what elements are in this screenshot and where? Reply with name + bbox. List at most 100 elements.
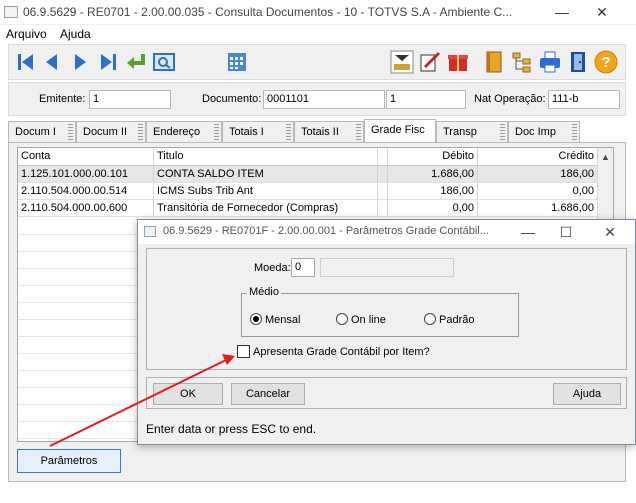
parametros-button[interactable]: Parâmetros [17,449,121,473]
tab-grip [286,124,291,141]
exit-icon[interactable] [565,49,591,75]
tab-strip: Docum I Docum II Endereço Totais I Totai… [8,119,626,144]
cell-narrow [378,200,388,217]
help-icon[interactable]: ? [593,49,619,75]
radio-online-label: On line [351,314,386,326]
menu-arquivo[interactable]: Arquivo [6,27,47,41]
moeda-description-field [320,258,454,277]
cell-debito: 1.686,00 [388,166,478,183]
tab-docum-i[interactable]: Docum I [8,121,76,143]
emitente-label: Emitente: [39,93,86,105]
table-row[interactable]: 2.110.504.000.00.600 Transitória de Forn… [18,200,598,217]
cell-narrow [378,166,388,183]
emitente-field[interactable]: 1 [89,90,171,109]
prev-icon[interactable] [39,49,65,75]
tab-endereco[interactable]: Endereço [146,121,222,143]
tab-grip [68,124,73,141]
medio-legend: Médio [247,286,281,298]
tab-doc-imp[interactable]: Doc Imp [508,121,580,143]
tab-label: Docum II [83,126,128,138]
document-header: Emitente: 1 Documento: 0001101 1 Nat Ope… [8,82,626,116]
cell-titulo: ICMS Subs Trib Ant [154,183,378,200]
cell-debito: 0,00 [388,200,478,217]
first-icon[interactable] [13,49,39,75]
radio-mensal[interactable]: Mensal [250,313,300,326]
ajuda-button[interactable]: Ajuda [553,383,621,405]
cell-debito: 186,00 [388,183,478,200]
tab-label: Docum I [15,126,56,138]
printer-icon[interactable] [537,49,563,75]
column-header-conta[interactable]: Conta [18,148,154,165]
cell-narrow [378,183,388,200]
tool-b-icon[interactable] [417,49,443,75]
book-icon[interactable] [481,49,507,75]
window-title: 06.9.5629 - RE0701 - 2.00.00.035 - Consu… [23,5,513,19]
parametros-dialog: 06.9.5629 - RE0701F - 2.00.00.001 - Parâ… [137,219,636,445]
toolbar: ? [8,44,626,80]
column-header-narrow[interactable] [378,148,388,165]
tab-grip [500,124,505,141]
moeda-field[interactable]: 0 [291,258,315,277]
cancelar-button[interactable]: Cancelar [231,383,305,405]
column-header-debito[interactable]: Débito [388,148,478,165]
tab-grip [572,124,577,141]
table-row[interactable]: 1.125.101.000.00.101 CONTA SALDO ITEM 1.… [18,166,598,183]
tab-label: Endereço [153,126,201,138]
cell-conta: 2.110.504.000.00.514 [18,183,154,200]
tab-totais-ii[interactable]: Totais II [294,121,364,143]
table-row[interactable]: 2.110.504.000.00.514 ICMS Subs Trib Ant … [18,183,598,200]
radio-unselected-icon [336,313,348,325]
documento-field[interactable]: 0001101 [263,90,385,109]
serie-field[interactable]: 1 [386,90,466,109]
tab-label: Grade Fisc [371,124,425,136]
dialog-title: 06.9.5629 - RE0701F - 2.00.00.001 - Parâ… [163,225,489,237]
search-icon[interactable] [151,49,177,75]
tool-a-icon[interactable] [389,49,415,75]
dialog-app-icon [144,226,156,237]
scroll-up-icon[interactable]: ▲ [601,152,610,162]
tab-label: Totais II [301,126,339,138]
dialog-form-panel: Moeda: 0 Médio Mensal On line Padrão Apr… [146,248,627,370]
minimize-button[interactable]: — [548,2,576,22]
tab-grip [356,124,361,141]
natop-field[interactable]: 111-b [548,90,620,109]
cell-conta: 1.125.101.000.00.101 [18,166,154,183]
column-header-titulo[interactable]: Titulo [154,148,378,165]
tab-grip [138,124,143,141]
radio-padrao[interactable]: Padrão [424,313,474,326]
cell-credito: 0,00 [478,183,598,200]
apresenta-grade-checkbox[interactable]: Apresenta Grade Contábil por Item? [237,345,430,358]
radio-online[interactable]: On line [336,313,386,326]
tab-docum-ii[interactable]: Docum II [76,121,146,143]
close-button[interactable]: ✕ [588,2,616,22]
menu-ajuda[interactable]: Ajuda [60,27,91,41]
grid-header: Conta Titulo Débito Crédito [18,148,598,166]
ok-button[interactable]: OK [153,383,223,405]
tab-grade-fisc[interactable]: Grade Fisc [364,119,436,144]
dialog-minimize-button[interactable]: — [516,222,540,242]
dialog-status-text: Enter data or press ESC to end. [146,422,317,436]
window-titlebar: 06.9.5629 - RE0701 - 2.00.00.035 - Consu… [0,0,636,25]
calendar-icon[interactable] [224,49,250,75]
goto-icon[interactable] [123,49,149,75]
next-icon[interactable] [67,49,93,75]
menu-bar: Arquivo Ajuda [0,25,636,45]
dialog-maximize-button[interactable]: ☐ [554,222,578,242]
radio-padrao-label: Padrão [439,314,475,326]
tab-label: Doc Imp [515,126,556,138]
tab-grip [214,124,219,141]
column-header-credito[interactable]: Crédito [478,148,598,165]
dialog-titlebar: 06.9.5629 - RE0701F - 2.00.00.001 - Parâ… [138,220,635,244]
last-icon[interactable] [95,49,121,75]
tool-c-icon[interactable] [445,49,471,75]
tab-label: Transp [443,126,477,138]
tab-totais-i[interactable]: Totais I [222,121,294,143]
radio-selected-icon [250,313,262,325]
tab-label: Totais I [229,126,264,138]
tree-icon[interactable] [509,49,535,75]
help-glyph: ? [601,54,610,71]
tab-transp[interactable]: Transp [436,121,508,143]
medio-group: Médio Mensal On line Padrão [241,286,519,337]
dialog-close-button[interactable]: ✕ [598,222,622,242]
checkbox-unchecked-icon [237,345,250,358]
